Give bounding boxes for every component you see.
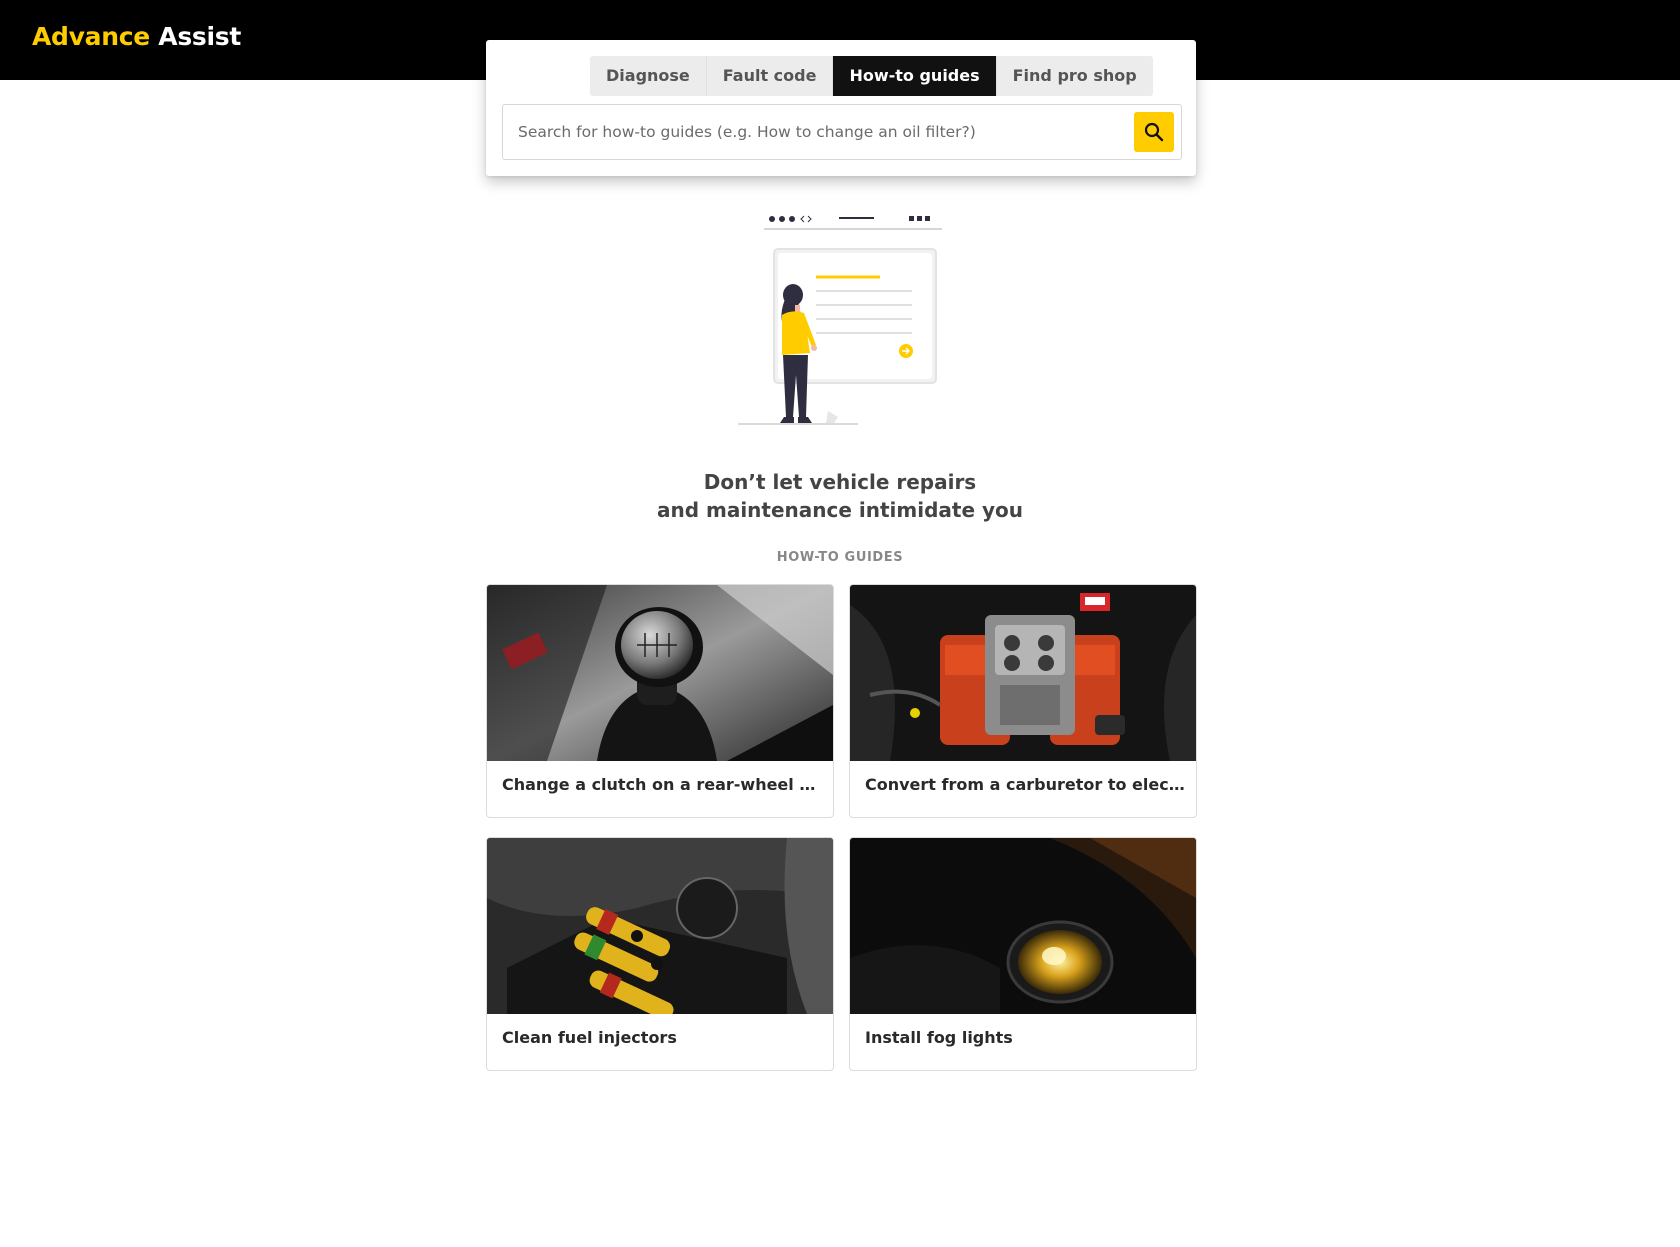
tab-diagnose[interactable]: Diagnose: [590, 56, 707, 96]
guide-title: Clean fuel injectors: [502, 1028, 677, 1047]
guide-title: Install fog lights: [865, 1028, 1013, 1047]
guide-card[interactable]: Install fog lights: [849, 837, 1197, 1071]
mode-tabs: Diagnose Fault code How-to guides Find p…: [590, 56, 1153, 96]
headline-line-1: Don’t let vehicle repairs: [703, 470, 977, 494]
tab-find-pro-shop[interactable]: Find pro shop: [996, 56, 1153, 96]
search-box: [502, 104, 1182, 160]
search-input[interactable]: [503, 105, 1123, 159]
guide-card[interactable]: Change a clutch on a rear-wheel drive...: [486, 584, 834, 818]
search-panel: Diagnose Fault code How-to guides Find p…: [486, 40, 1196, 176]
guide-card[interactable]: Convert from a carburetor to electron...: [849, 584, 1197, 818]
brand-name-part2: Assist: [158, 22, 242, 51]
brand-name-part1: Advance: [32, 22, 150, 51]
section-label: HOW-TO GUIDES: [776, 550, 904, 565]
fuel-injectors-photo: [487, 838, 833, 1014]
search-button[interactable]: [1134, 112, 1174, 152]
tab-how-to-guides[interactable]: How-to guides: [833, 56, 997, 96]
tab-fault-code[interactable]: Fault code: [706, 56, 834, 96]
hero-headline: Don’t let vehicle repairs and maintenanc…: [540, 468, 1140, 524]
carburetor-engine-photo: [850, 585, 1196, 761]
fog-light-photo: [850, 838, 1196, 1014]
woman-reading-board-illustration: [738, 215, 942, 425]
headline-line-2: and maintenance intimidate you: [656, 498, 1024, 522]
guide-title: Change a clutch on a rear-wheel drive...: [502, 775, 822, 794]
guide-title: Convert from a carburetor to electron...: [865, 775, 1185, 794]
guide-card[interactable]: Clean fuel injectors: [486, 837, 834, 1071]
brand-logo[interactable]: Advance Assist: [32, 22, 241, 51]
gear-shifter-photo: [487, 585, 833, 761]
search-icon: [1144, 122, 1164, 142]
